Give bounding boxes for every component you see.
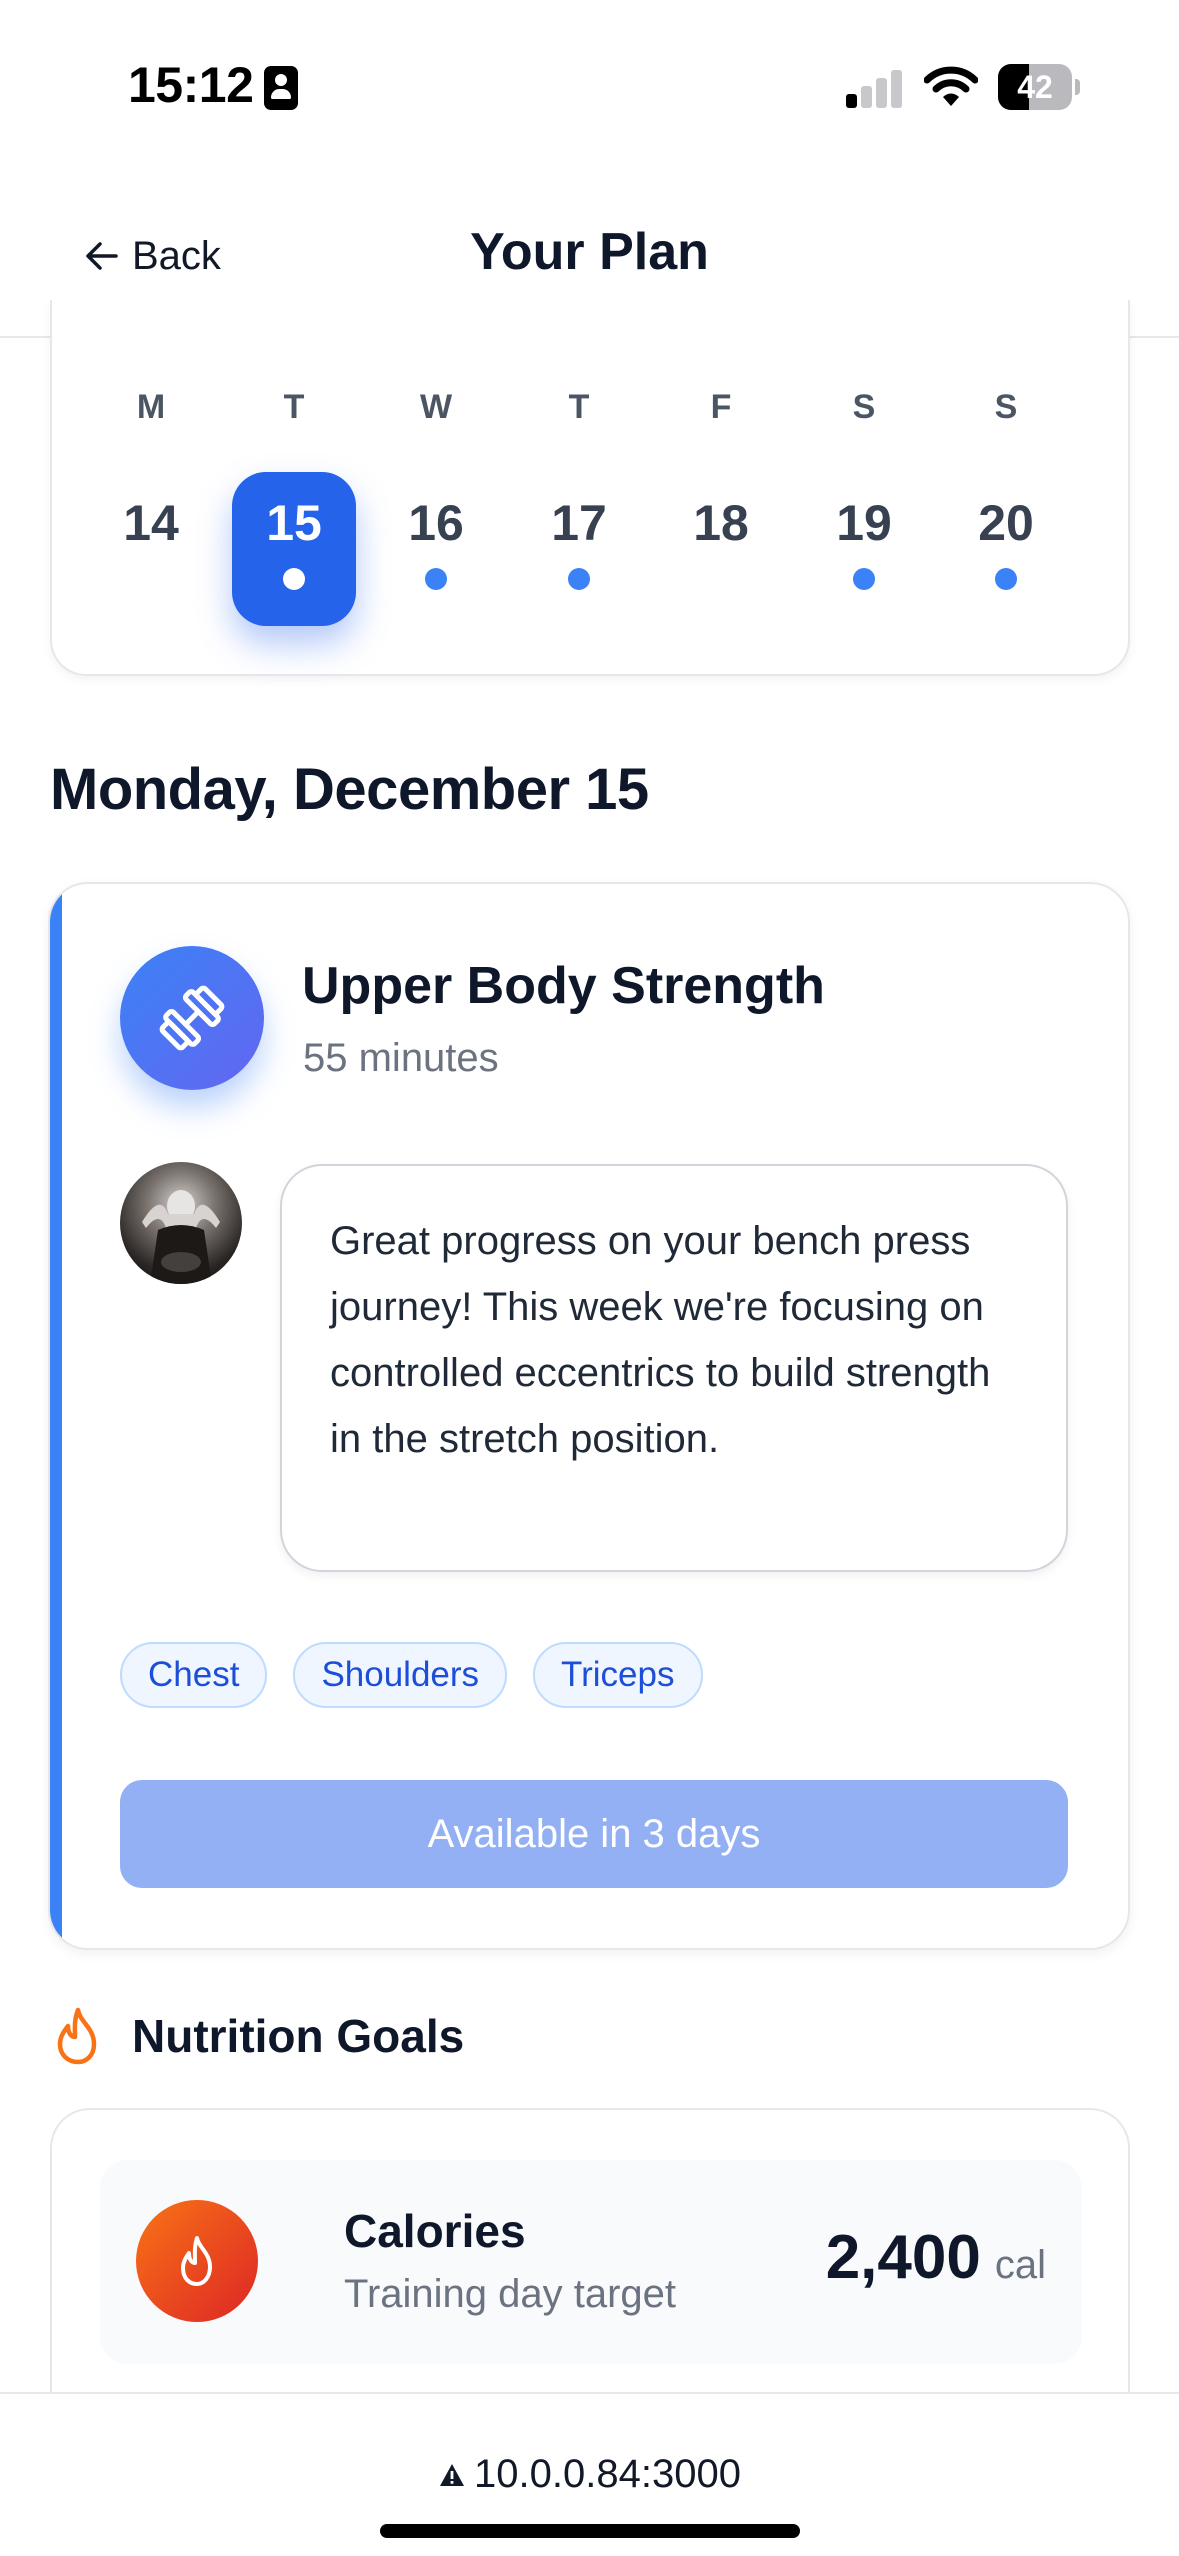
workout-duration: 55 minutes [303, 1036, 499, 1080]
workout-indicator-dot [853, 568, 875, 590]
workout-indicator-dot [283, 568, 305, 590]
calorie-unit: cal [994, 2243, 1046, 2287]
coach-avatar [120, 1162, 242, 1284]
battery-icon: 42 [998, 64, 1080, 110]
calorie-goal-row: Calories Training day target 2,400 cal [100, 2160, 1082, 2364]
workout-type-badge [120, 946, 264, 1090]
day-button-20[interactable]: 20 [944, 472, 1068, 626]
calorie-subtitle: Training day target [344, 2272, 677, 2316]
weekday-label: S [852, 388, 876, 426]
browser-address-bar[interactable]: 10.0.0.84:3000 [0, 2392, 1179, 2556]
calorie-badge [136, 2200, 258, 2322]
nutrition-section-header: Nutrition Goals [50, 2000, 464, 2072]
selected-date-heading: Monday, December 15 [50, 757, 649, 822]
week-calendar: M 14 T 15 W 16 T 17 F 18 S 19 S 20 [50, 300, 1130, 676]
day-number: 17 [551, 495, 607, 551]
day-number: 16 [408, 495, 464, 551]
weekday-label: F [710, 388, 732, 426]
day-number: 20 [978, 495, 1034, 551]
coach-message-text: Great progress on your bench press journ… [330, 1219, 991, 1461]
battery-percentage: 42 [1017, 69, 1053, 105]
calorie-value: 2,400 [825, 2223, 981, 2292]
day-column-wed: W 16 [374, 300, 498, 676]
status-bar: 15:12 42 [0, 0, 1179, 170]
calorie-value-group: 2,400 cal [826, 2222, 1046, 2293]
flame-icon [181, 2236, 212, 2286]
day-number: 15 [266, 495, 322, 551]
day-number: 18 [693, 495, 749, 551]
workout-accent-bar [50, 884, 62, 1948]
workout-card[interactable]: Upper Body Strength 55 minutes Great pro… [48, 882, 1130, 1950]
day-column-fri: F 18 [659, 300, 783, 676]
contact-card-icon [264, 66, 298, 110]
status-time: 15:12 [128, 57, 254, 113]
flame-icon [57, 2007, 97, 2065]
day-number: 19 [836, 495, 892, 551]
page-title: Your Plan [470, 223, 709, 281]
day-button-15[interactable]: 15 [232, 472, 356, 626]
weekday-label: T [568, 388, 590, 426]
day-button-18[interactable]: 18 [659, 472, 783, 626]
day-button-16[interactable]: 16 [374, 472, 498, 626]
workout-indicator-dot [425, 568, 447, 590]
tag-shoulders: Shoulders [293, 1642, 508, 1708]
day-button-19[interactable]: 19 [802, 472, 926, 626]
day-column-sun: S 20 [944, 300, 1068, 676]
workout-indicator-dot [995, 568, 1017, 590]
day-button-17[interactable]: 17 [517, 472, 641, 626]
cellular-signal-icon [846, 68, 904, 108]
day-column-tue: T 15 [232, 300, 356, 676]
day-column-sat: S 19 [802, 300, 926, 676]
calorie-label: Calories [344, 2205, 526, 2257]
day-number: 14 [123, 495, 179, 551]
muscle-group-tags: Chest Shoulders Triceps [120, 1642, 703, 1708]
wifi-icon [924, 66, 978, 106]
weekday-label: M [136, 388, 166, 426]
nutrition-title: Nutrition Goals [132, 2010, 465, 2062]
weekday-label: S [994, 388, 1018, 426]
url-text: 10.0.0.84:3000 [474, 2452, 741, 2496]
home-indicator[interactable] [380, 2524, 800, 2538]
day-button-14[interactable]: 14 [89, 472, 213, 626]
workout-title: Upper Body Strength [302, 957, 825, 1015]
weekday-label: W [419, 388, 453, 426]
tag-triceps: Triceps [533, 1642, 703, 1708]
workout-indicator-dot [568, 568, 590, 590]
dumbbell-icon [159, 985, 225, 1051]
start-workout-button-disabled[interactable]: Available in 3 days [120, 1780, 1068, 1888]
day-column-thu: T 17 [517, 300, 641, 676]
weekday-label: T [283, 388, 305, 426]
coach-message-bubble: Great progress on your bench press journ… [280, 1164, 1068, 1572]
tag-chest: Chest [120, 1642, 268, 1708]
warning-icon [440, 2463, 465, 2486]
url-display[interactable]: 10.0.0.84:3000 [0, 2452, 1179, 2497]
day-column-mon: M 14 [89, 300, 213, 676]
